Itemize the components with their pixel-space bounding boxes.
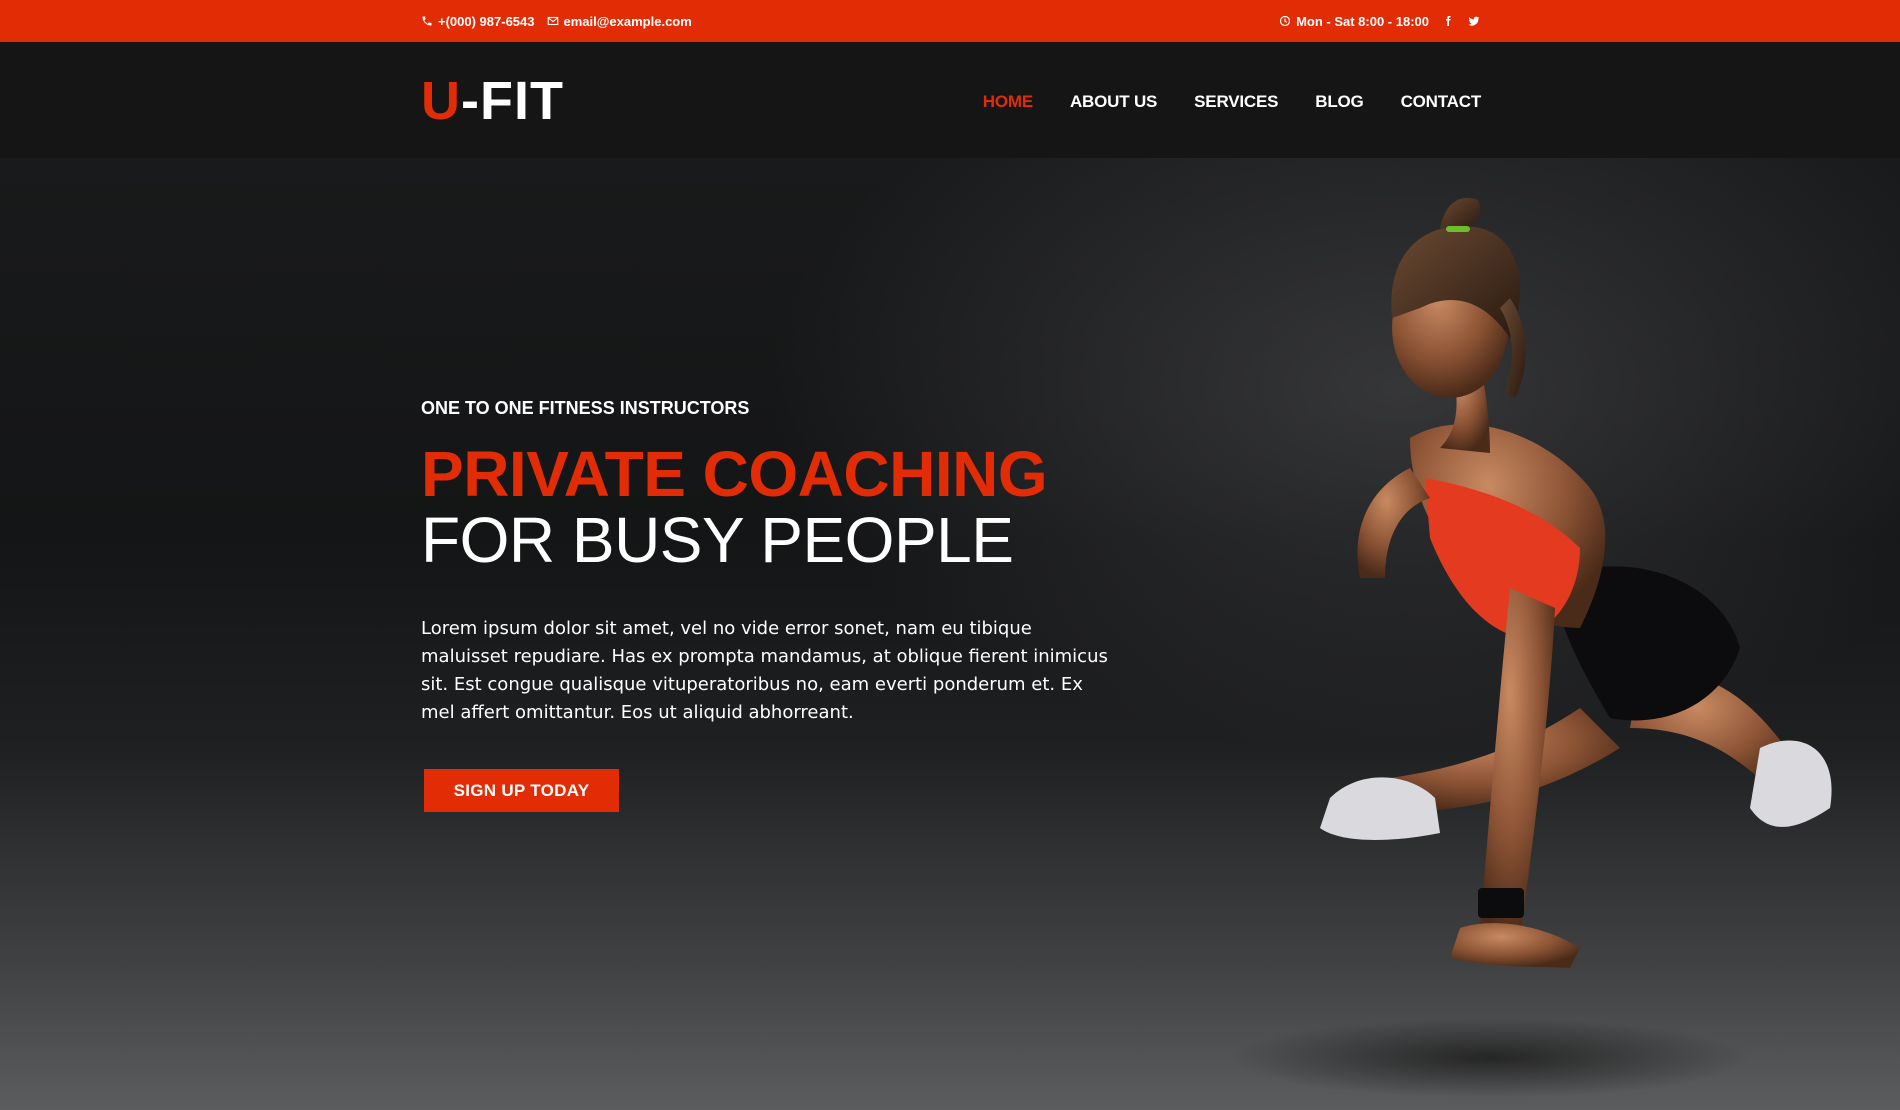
top-bar: +(000) 987-6543 email@example.com Mon - … [0, 0, 1900, 42]
phone-number: +(000) 987-6543 [438, 13, 535, 29]
athlete-image [1230, 197, 1832, 1098]
hero-description: Lorem ipsum dolor sit amet, vel no vide … [421, 618, 1108, 723]
twitter-icon [1468, 16, 1480, 26]
phone-info[interactable]: +(000) 987-6543 [421, 14, 535, 29]
nav-home[interactable]: HOME [983, 92, 1033, 112]
envelope-icon [547, 16, 558, 26]
opening-hours: Mon - Sat 8:00 - 18:00 [1296, 13, 1429, 29]
phone-icon [422, 16, 432, 26]
site-logo[interactable]: U-FIT [421, 72, 564, 128]
hero-section: ONE TO ONE FITNESS INSTRUCTORS PRIVATE C… [0, 158, 1900, 1110]
facebook-icon [1446, 16, 1451, 26]
hours-info: Mon - Sat 8:00 - 18:00 [1279, 14, 1429, 29]
logo-accent: U [421, 71, 461, 131]
hero-eyebrow: ONE TO ONE FITNESS INSTRUCTORS [421, 398, 750, 418]
clock-icon [1279, 15, 1291, 27]
nav-about-us[interactable]: ABOUT US [1070, 92, 1157, 112]
sign-up-button[interactable]: SIGN UP TODAY [424, 769, 619, 812]
nav-contact[interactable]: CONTACT [1401, 92, 1482, 112]
nav-services[interactable]: SERVICES [1194, 92, 1278, 112]
email-info[interactable]: email@example.com [547, 14, 692, 29]
hero-content: ONE TO ONE FITNESS INSTRUCTORS PRIVATE C… [421, 398, 1141, 812]
site-header: U-FIT HOME ABOUT US SERVICES BLOG CONTAC… [0, 42, 1900, 158]
hero-headline: PRIVATE COACHING [421, 438, 1048, 510]
main-nav: HOME ABOUT US SERVICES BLOG CONTACT [983, 88, 1481, 112]
logo-text: -FIT [461, 71, 564, 131]
hero-subline: FOR BUSY PEOPLE [421, 504, 1014, 576]
contact-info: +(000) 987-6543 email@example.com [421, 14, 692, 29]
email-address: email@example.com [563, 13, 692, 29]
facebook-link[interactable] [1441, 14, 1455, 28]
hours-social: Mon - Sat 8:00 - 18:00 [1279, 14, 1481, 29]
twitter-link[interactable] [1467, 14, 1481, 28]
nav-blog[interactable]: BLOG [1315, 92, 1364, 112]
